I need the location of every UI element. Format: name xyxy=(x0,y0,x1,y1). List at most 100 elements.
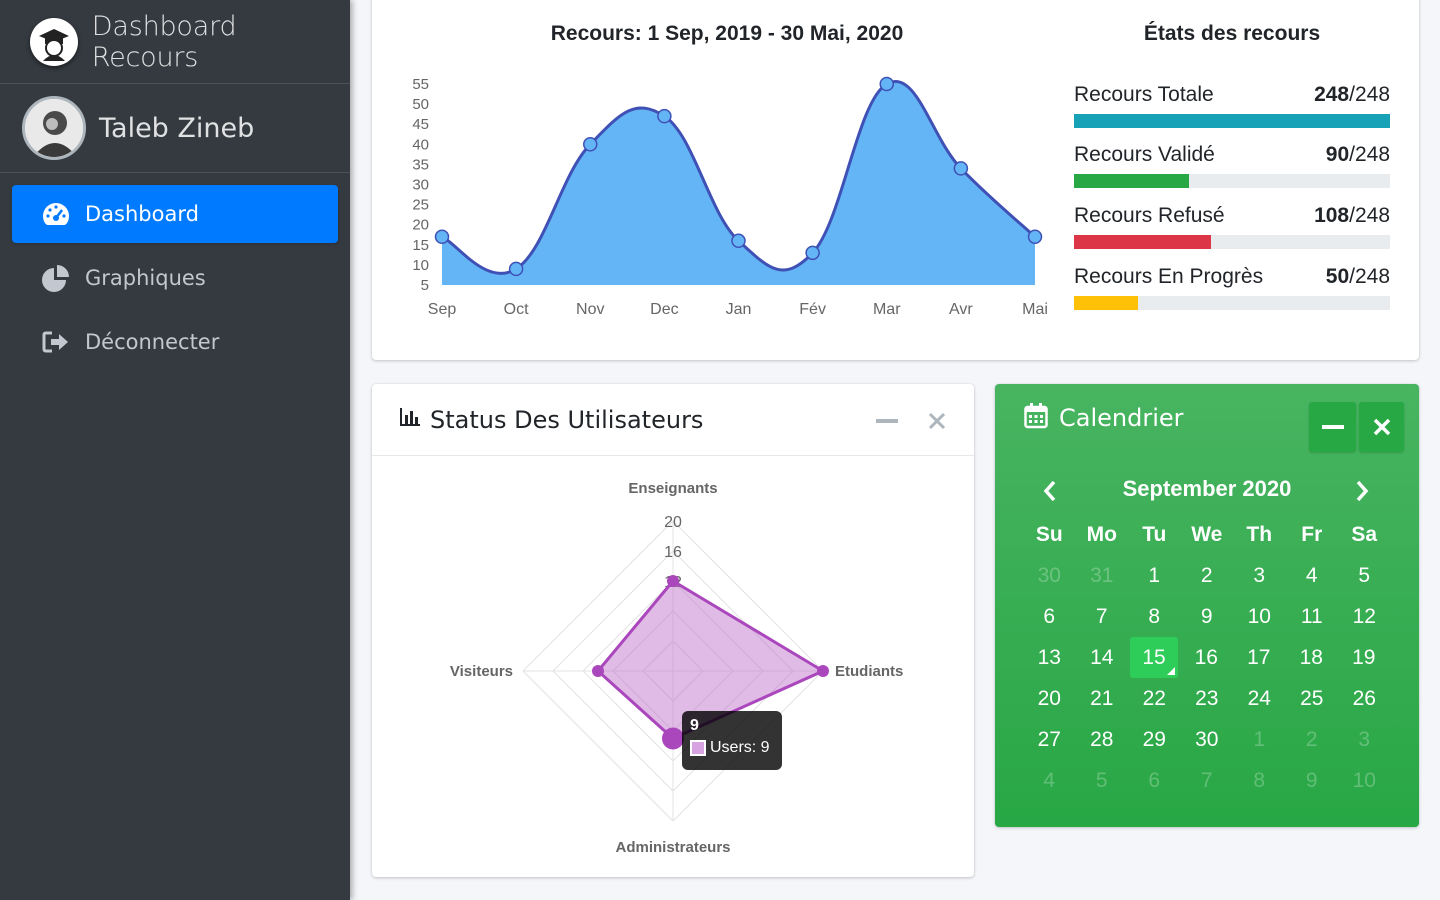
calendar-day[interactable]: 2 xyxy=(1181,555,1234,596)
calendar-day[interactable]: 26 xyxy=(1338,678,1391,719)
nav-item-dashboard[interactable]: Dashboard xyxy=(12,185,338,243)
calendar-day[interactable]: 11 xyxy=(1286,596,1339,637)
progress-label: Recours Refusé xyxy=(1074,204,1225,227)
calendar-day[interactable]: 1 xyxy=(1233,719,1286,760)
data-point[interactable] xyxy=(953,161,969,176)
data-point[interactable] xyxy=(657,108,672,124)
calendar-day[interactable]: 19 xyxy=(1338,637,1391,678)
nav-item-deconnecter[interactable]: Déconnecter xyxy=(12,313,338,371)
radar-data-point[interactable] xyxy=(817,665,829,677)
minus-icon xyxy=(876,419,898,423)
calendar-day[interactable]: 9 xyxy=(1286,760,1339,801)
calendar-day[interactable]: 3 xyxy=(1338,719,1391,760)
calendar-day[interactable]: 13 xyxy=(1023,637,1076,678)
x-tick-label: Oct xyxy=(504,301,529,318)
users-radar-chart: 121620EnseignantsEtudiantsAdministrateur… xyxy=(450,480,903,856)
user-panel[interactable]: Taleb Zineb xyxy=(0,84,350,173)
x-tick-label: Avr xyxy=(949,301,973,318)
calendar-day[interactable]: 5 xyxy=(1338,555,1391,596)
calendar-day[interactable]: 23 xyxy=(1181,678,1234,719)
calendar-day[interactable]: 4 xyxy=(1286,555,1339,596)
calendar-day[interactable]: 8 xyxy=(1233,760,1286,801)
x-tick-label: Mar xyxy=(873,301,901,318)
calendar-day[interactable]: 2 xyxy=(1286,719,1339,760)
y-tick-label: 45 xyxy=(412,116,429,133)
data-point[interactable] xyxy=(805,245,820,261)
calendar-day[interactable]: 8 xyxy=(1128,596,1181,637)
calendar-day[interactable]: 5 xyxy=(1076,760,1129,801)
calendar-day[interactable]: 27 xyxy=(1023,719,1076,760)
calendar-day[interactable]: 30 xyxy=(1023,555,1076,596)
nav-item-graphiques[interactable]: Graphiques xyxy=(12,249,338,307)
calendar-week-row: 30 31 1 2 3 4 5 xyxy=(1023,555,1415,596)
radar-point-label: Visiteurs xyxy=(450,663,513,680)
progress-bar xyxy=(1074,114,1390,128)
calendar-day[interactable]: 9 xyxy=(1181,596,1234,637)
y-tick-label: 55 xyxy=(412,76,429,93)
radar-data-point[interactable] xyxy=(667,575,679,587)
calendar-week-row: 27 28 29 30 1 2 3 xyxy=(1023,719,1415,760)
calendar-day[interactable]: 10 xyxy=(1233,596,1286,637)
calendar-next-button[interactable] xyxy=(1347,476,1377,506)
y-tick-label: 15 xyxy=(412,237,429,254)
progress-recours-valide: Recours Validé 90/248 xyxy=(1074,140,1390,188)
calendar-day[interactable]: 22 xyxy=(1128,678,1181,719)
calendar-day[interactable]: 15 xyxy=(1130,637,1178,678)
calendar-day[interactable]: 14 xyxy=(1076,637,1129,678)
recours-card: Recours: 1 Sep, 2019 - 30 Mai, 2020 5 10 1… xyxy=(372,0,1419,360)
brand[interactable]: Dashboard Recours xyxy=(0,0,350,84)
calendar-weekday-row: Su Mo Tu We Th Fr Sa xyxy=(1023,514,1415,555)
minus-icon xyxy=(1321,425,1344,429)
progress-recours-refuse: Recours Refusé 108/248 xyxy=(1074,201,1390,249)
calendar-day[interactable]: 7 xyxy=(1076,596,1129,637)
calendar-day[interactable]: 16 xyxy=(1180,637,1233,678)
x-tick-label: Nov xyxy=(576,301,604,318)
avatar xyxy=(22,96,86,160)
calendar-weekday: Th xyxy=(1246,522,1273,546)
calendar-day[interactable]: 6 xyxy=(1128,760,1181,801)
data-point[interactable] xyxy=(879,76,894,92)
data-point[interactable] xyxy=(1027,229,1043,245)
calendar-day[interactable]: 12 xyxy=(1338,596,1391,637)
calendar-day[interactable]: 29 xyxy=(1128,719,1181,760)
radar-data-point[interactable] xyxy=(662,727,684,750)
data-point[interactable] xyxy=(583,137,598,152)
calendar-day[interactable]: 25 xyxy=(1286,678,1339,719)
calendar-day[interactable]: 28 xyxy=(1076,719,1129,760)
radar-tooltip: 9 Users: 9 xyxy=(682,711,782,770)
collapse-button[interactable] xyxy=(870,404,904,438)
calendar-day[interactable]: 17 xyxy=(1233,637,1286,678)
status-card: Status Des Utilisateurs 121620Enseignant… xyxy=(372,384,974,877)
data-point[interactable] xyxy=(508,261,524,277)
calendar-day[interactable]: 6 xyxy=(1023,596,1076,637)
progress-fill xyxy=(1074,235,1212,249)
radar-point-label: Enseignants xyxy=(628,480,717,497)
calendar-day[interactable]: 18 xyxy=(1285,637,1338,678)
data-point[interactable] xyxy=(731,233,746,249)
progress-value: 108 xyxy=(1314,204,1350,227)
calendar-day[interactable]: 31 xyxy=(1076,555,1129,596)
y-tick-label: 50 xyxy=(412,96,429,113)
progress-bar xyxy=(1074,174,1390,188)
calendar-collapse-button[interactable] xyxy=(1309,402,1356,452)
radar-point-label: Administrateurs xyxy=(615,839,730,856)
calendar-day[interactable]: 24 xyxy=(1233,678,1286,719)
calendar-day[interactable]: 1 xyxy=(1128,555,1181,596)
data-point[interactable] xyxy=(434,229,450,245)
pie-chart-icon xyxy=(40,262,72,294)
calendar-day[interactable]: 10 xyxy=(1338,760,1391,801)
calendar-day[interactable]: 21 xyxy=(1076,678,1129,719)
calendar-day[interactable]: 7 xyxy=(1181,760,1234,801)
calendar-weekday: Tu xyxy=(1142,522,1167,546)
progress-label: Recours Validé xyxy=(1074,143,1215,166)
radar-point-label: Etudiants xyxy=(835,663,903,680)
radar-data-point[interactable] xyxy=(592,665,604,677)
progress-total: /248 xyxy=(1349,265,1390,288)
calendar-week-row: 4 5 6 7 8 9 10 xyxy=(1023,760,1415,801)
calendar-day[interactable]: 30 xyxy=(1181,719,1234,760)
close-button[interactable] xyxy=(920,404,954,438)
calendar-day[interactable]: 4 xyxy=(1023,760,1076,801)
calendar-day[interactable]: 20 xyxy=(1023,678,1076,719)
calendar-day[interactable]: 3 xyxy=(1233,555,1286,596)
calendar-close-button[interactable] xyxy=(1359,402,1404,452)
